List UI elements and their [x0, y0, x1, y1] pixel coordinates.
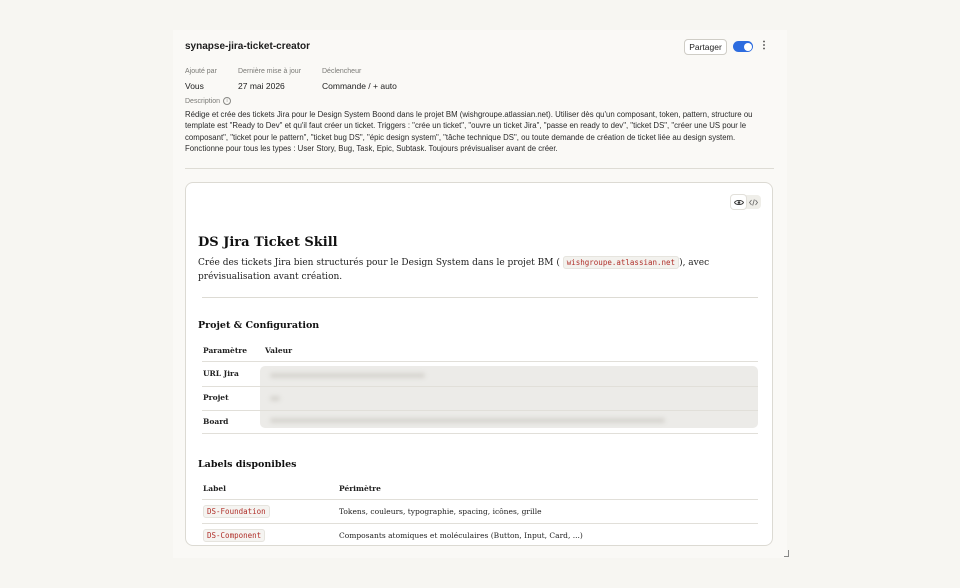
enable-toggle[interactable] — [733, 41, 753, 52]
code-icon — [749, 198, 758, 206]
updated-label: Dernière mise à jour — [238, 68, 302, 75]
table-row-label: URL Jira — [203, 369, 239, 378]
doc-intro-text: Crée des tickets Jira bien structurés po… — [198, 258, 560, 268]
redacted-line — [270, 418, 665, 423]
table-row-label: Board — [203, 417, 229, 426]
table-row-divider — [202, 410, 758, 411]
trigger-value: Commande / + auto — [322, 81, 397, 91]
redacted-line — [270, 373, 425, 378]
skill-panel: synapse-jira-ticket-creator Partager ⋮ A… — [173, 30, 787, 558]
table-header-divider — [202, 361, 758, 362]
label-scope: Composants atomiques et moléculaires (Bu… — [339, 531, 583, 540]
doc-divider — [202, 297, 758, 298]
divider — [185, 168, 774, 169]
skill-document-preview: DS Jira Ticket Skill Crée des tickets Ji… — [185, 182, 773, 546]
table-row-label: Projet — [203, 393, 229, 402]
skill-title: synapse-jira-ticket-creator — [185, 41, 311, 52]
table-row-divider — [202, 433, 758, 434]
doc-title: DS Jira Ticket Skill — [198, 235, 338, 250]
label-badge: DS-Foundation — [203, 505, 270, 518]
config-section-title: Projet & Configuration — [198, 320, 320, 331]
label-scope: Tokens, couleurs, typographie, spacing, … — [339, 507, 542, 516]
description-text: Rédige et crée des tickets Jira pour le … — [185, 110, 753, 154]
labels-header-label: Label — [203, 484, 226, 493]
table-row-divider — [202, 386, 758, 387]
table-header-value: Valeur — [265, 346, 293, 355]
trigger-label: Déclencheur — [322, 68, 362, 75]
resize-handle-icon[interactable] — [784, 550, 789, 557]
description-label: Description — [185, 97, 221, 105]
preview-view-button[interactable] — [731, 195, 746, 209]
labels-row-divider — [202, 523, 758, 524]
info-icon[interactable]: i — [223, 97, 232, 105]
redacted-line — [270, 396, 280, 401]
table-header-param: Paramètre — [203, 346, 248, 355]
labels-section-title: Labels disponibles — [198, 459, 297, 470]
labels-header-divider — [202, 499, 758, 500]
added-by-label: Ajouté par — [185, 68, 217, 75]
redacted-values — [260, 366, 758, 428]
code-view-button[interactable] — [746, 195, 761, 209]
labels-header-scope: Périmètre — [339, 484, 381, 493]
more-options-icon[interactable]: ⋮ — [759, 40, 769, 52]
jira-url-code: wishgroupe.atlassian.net — [562, 256, 680, 269]
doc-intro: Crée des tickets Jira bien structurés po… — [198, 256, 768, 284]
share-button[interactable]: Partager — [684, 39, 727, 55]
added-by-value: Vous — [185, 81, 204, 91]
eye-icon — [733, 199, 744, 205]
description-label-row: Description i — [185, 97, 232, 105]
label-badge: DS-Component — [203, 529, 266, 542]
updated-value: 27 mai 2026 — [238, 81, 285, 91]
view-mode-toggle — [731, 195, 761, 209]
